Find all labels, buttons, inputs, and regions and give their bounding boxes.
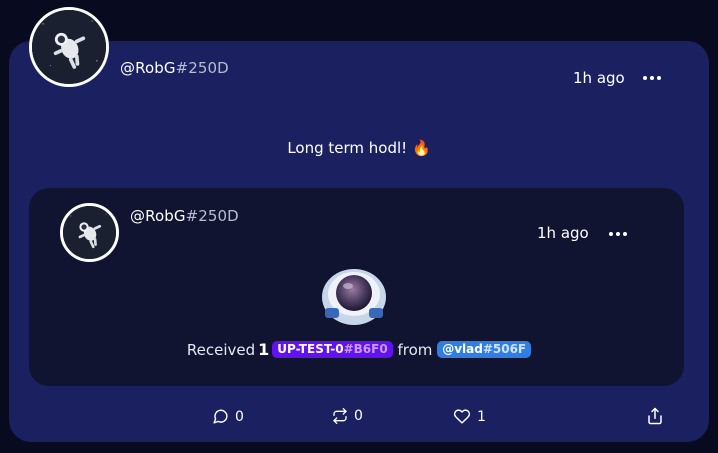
token-badge[interactable]: UP-TEST-0#B6F0 (272, 341, 393, 358)
embedded-more-options-icon[interactable] (609, 227, 627, 241)
from-label: from (397, 341, 433, 359)
author-handle[interactable]: @RobG#250D (120, 59, 229, 77)
repost-icon (333, 408, 347, 424)
repost-button[interactable]: 0 (332, 408, 363, 424)
heart-icon (453, 409, 471, 424)
post-timestamp: 1h ago (573, 69, 625, 87)
embedded-post-timestamp: 1h ago (537, 224, 589, 242)
astronaut-icon (32, 10, 106, 84)
received-line: Received 1 UP-TEST-0#B6F0 from @vlad#506F (0, 340, 718, 359)
post-text: Long term hodl! 🔥 (287, 139, 431, 157)
comment-button[interactable]: 0 (212, 408, 244, 425)
astronaut-helmet-image (322, 269, 386, 325)
astronaut-icon (63, 206, 116, 259)
received-label: Received (186, 341, 256, 359)
share-button[interactable] (646, 406, 664, 426)
comment-count: 0 (235, 408, 244, 425)
author-avatar[interactable] (29, 7, 109, 87)
sender-badge[interactable]: @vlad#506F (437, 341, 532, 358)
comment-icon (213, 409, 228, 424)
like-button[interactable]: 1 (453, 408, 486, 425)
like-count: 1 (477, 408, 486, 425)
repost-count: 0 (354, 408, 363, 424)
received-quantity: 1 (258, 340, 270, 359)
embedded-author-avatar[interactable] (60, 203, 119, 262)
share-icon (648, 407, 662, 425)
more-options-icon[interactable] (643, 71, 661, 85)
nft-image[interactable] (321, 264, 387, 326)
embedded-author-handle[interactable]: @RobG#250D (130, 207, 239, 225)
